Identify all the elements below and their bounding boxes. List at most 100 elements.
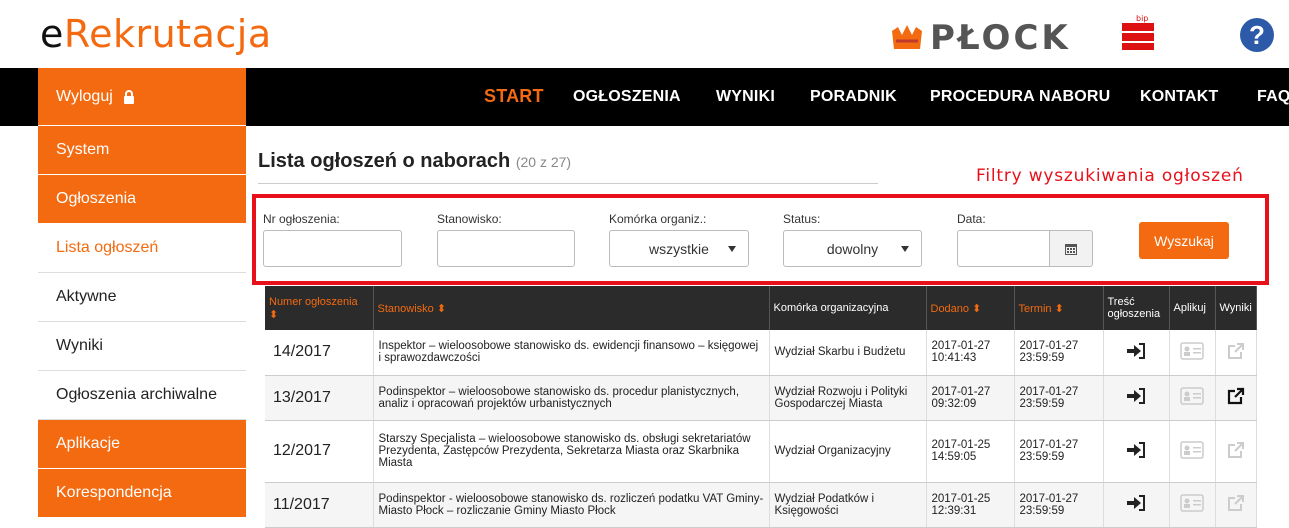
table-row: 13/2017 Podinspektor – wieloosobowe stan… [265, 375, 1257, 421]
status-select[interactable]: dowolny [783, 230, 922, 267]
row-komorka: Wydział Skarbu i Budżetu [769, 330, 927, 376]
sign-in-icon[interactable] [1103, 420, 1170, 483]
bip-text: bip [1136, 15, 1148, 23]
logout-button[interactable]: Wyloguj [38, 68, 246, 126]
row-komorka: Wydział Organizacyjny [769, 420, 927, 483]
chevron-down-icon [728, 246, 736, 252]
nav-wyniki[interactable]: WYNIKI [716, 88, 775, 106]
col-aplikuj: Aplikuj [1169, 286, 1216, 330]
col-tresc: Treść ogłoszenia [1103, 286, 1170, 330]
table-row: 12/2017 Starszy Specjalista – wieloosobo… [265, 420, 1257, 483]
sidebar-item-wyniki[interactable]: Wyniki [38, 322, 246, 371]
row-komorka: Wydział Podatków i Księgowości [769, 482, 927, 528]
sidebar-item-system[interactable]: System [38, 126, 246, 175]
row-number: 12/2017 [265, 420, 374, 483]
row-dodano: 2017-01-25 12:39:31 [926, 482, 1015, 528]
city-name: PŁOCK [930, 18, 1071, 58]
row-number: 13/2017 [265, 375, 374, 421]
bip-icon[interactable]: bip [1122, 15, 1154, 51]
row-termin: 2017-01-27 23:59:59 [1014, 482, 1104, 528]
row-stanowisko: Podinspektor – wieloosobowe stanowisko d… [373, 375, 770, 421]
row-stanowisko: Podinspektor - wieloosobowe stanowisko d… [373, 482, 770, 528]
sort-icon: ⬍ [972, 302, 982, 315]
nav-procedura[interactable]: PROCEDURA NABORU [930, 88, 1110, 106]
calendar-icon [1065, 243, 1077, 255]
col-wyniki: Wyniki [1215, 286, 1257, 330]
nav-start[interactable]: START [484, 86, 544, 107]
row-stanowisko: Starszy Specjalista – wieloosobowe stano… [373, 420, 770, 483]
nav-faq[interactable]: FAQ [1257, 88, 1289, 106]
sidebar: Wyloguj System Ogłoszenia Lista ogłoszeń… [38, 68, 246, 518]
col-dodano[interactable]: Dodano ⬍ [926, 286, 1015, 330]
sidebar-item-aplikacje[interactable]: Aplikacje [38, 420, 246, 469]
sidebar-item-lista-ogloszen[interactable]: Lista ogłoszeń [38, 224, 246, 273]
col-termin[interactable]: Termin ⬍ [1014, 286, 1104, 330]
nav-ogloszenia[interactable]: OGŁOSZENIA [573, 88, 681, 106]
sidebar-item-korespondencja[interactable]: Korespondencja [38, 469, 246, 518]
apply-card-icon [1169, 482, 1216, 528]
title-divider [258, 183, 878, 184]
col-stanowisko-label: Stanowisko [377, 302, 434, 315]
col-komorka: Komórka organizacyjna [769, 286, 927, 330]
stanowisko-label: Stanowisko: [437, 212, 502, 226]
apply-card-icon [1169, 330, 1216, 376]
plock-logo[interactable]: PŁOCK [890, 18, 1071, 58]
header: eRekrutacja PŁOCK bip ? [0, 0, 1289, 68]
table-row: 11/2017 Podinspektor - wieloosobowe stan… [265, 482, 1257, 528]
sidebar-item-ogloszenia[interactable]: Ogłoszenia [38, 175, 246, 224]
nr-label: Nr ogłoszenia: [263, 212, 340, 226]
row-termin: 2017-01-27 23:59:59 [1014, 330, 1104, 376]
result-count: (20 z 27) [515, 154, 572, 170]
logo-rest: Rekrutacja [63, 12, 272, 56]
sidebar-item-aktywne[interactable]: Aktywne [38, 273, 246, 322]
page-title-text: Lista ogłoszeń o naborach [258, 150, 511, 172]
data-label: Data: [957, 212, 986, 226]
erekrutacja-logo[interactable]: eRekrutacja [40, 12, 272, 56]
sidebar-item-archiwalne[interactable]: Ogłoszenia archiwalne [38, 371, 246, 420]
sign-in-icon[interactable] [1103, 330, 1170, 376]
help-icon[interactable]: ? [1240, 18, 1274, 52]
col-stanowisko[interactable]: Stanowisko ⬍ [373, 286, 770, 330]
row-dodano: 2017-01-27 10:41:43 [926, 330, 1015, 376]
external-link-icon [1215, 420, 1257, 483]
sort-icon: ⬍ [436, 302, 447, 315]
date-input[interactable] [957, 230, 1050, 267]
komorka-label: Komórka organiz.: [609, 212, 707, 226]
apply-card-icon [1169, 420, 1216, 483]
lock-icon [123, 89, 134, 104]
row-termin: 2017-01-27 23:59:59 [1014, 375, 1104, 421]
nav-poradnik[interactable]: PORADNIK [810, 88, 897, 106]
status-value: dowolny [826, 240, 879, 257]
filter-highlight-box [252, 194, 1269, 285]
nr-input[interactable] [263, 230, 402, 267]
komorka-value: wszystkie [649, 240, 709, 257]
komorka-select[interactable]: wszystkie [609, 230, 749, 267]
stanowisko-input[interactable] [437, 230, 575, 267]
page-title: Lista ogłoszeń o naborach (20 z 27) [258, 150, 571, 173]
nav-kontakt[interactable]: KONTAKT [1140, 88, 1218, 106]
col-numer[interactable]: Numer ogłoszenia ⬍ [265, 286, 374, 330]
col-termin-label: Termin [1018, 302, 1052, 315]
calendar-button[interactable] [1049, 230, 1093, 267]
col-numer-label: Numer ogłoszenia [269, 295, 358, 308]
col-dodano-label: Dodano [930, 302, 970, 315]
row-number: 11/2017 [265, 482, 374, 528]
sign-in-icon[interactable] [1103, 375, 1170, 421]
row-dodano: 2017-01-25 14:59:05 [926, 420, 1015, 483]
filter-annotation: Filtry wyszukiwania ogłoszeń [976, 166, 1244, 186]
external-link-icon [1215, 330, 1257, 376]
sign-in-icon[interactable] [1103, 482, 1170, 528]
logo-e: e [40, 12, 64, 56]
row-dodano: 2017-01-27 09:32:09 [926, 375, 1015, 421]
row-komorka: Wydział Rozwoju i Polityki Gospodarczej … [769, 375, 927, 421]
table-row: 14/2017 Inspektor – wieloosobowe stanowi… [265, 330, 1257, 376]
search-button[interactable]: Wyszukaj [1139, 222, 1229, 259]
external-link-icon[interactable] [1215, 375, 1257, 421]
row-number: 14/2017 [265, 330, 374, 376]
status-label: Status: [783, 212, 821, 226]
external-link-icon [1215, 482, 1257, 528]
chevron-down-icon [901, 246, 909, 252]
apply-card-icon [1169, 375, 1216, 421]
announcements-table: Numer ogłoszenia ⬍ Stanowisko ⬍ Komórka o… [265, 286, 1257, 528]
row-termin: 2017-01-27 23:59:59 [1014, 420, 1104, 483]
